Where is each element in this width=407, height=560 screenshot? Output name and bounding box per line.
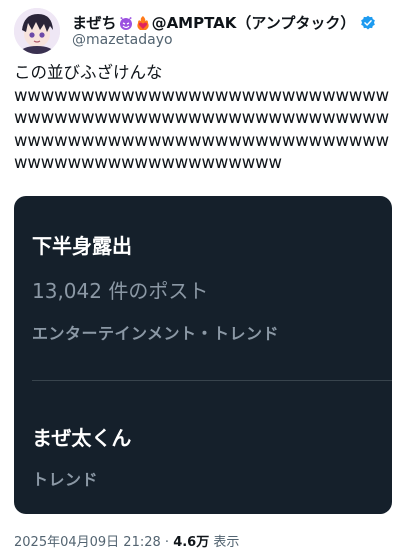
display-name[interactable]: まぜち @AMPTAK（アンプタック） [72, 12, 376, 33]
views-label: 表示 [213, 535, 240, 550]
trends-screenshot-card: 下半身露出 13,042 件のポスト エンターテインメント・トレンド まぜ太くん… [14, 196, 392, 514]
heart-on-fire-icon [136, 15, 149, 30]
trend-title: 下半身露出 [32, 234, 132, 258]
tweet-text: この並びふざけんな wwwwwwwwwwwwwwwwwwwwwwwwwwwwww… [14, 62, 394, 175]
display-name-text: まぜち [72, 14, 117, 32]
tweet-header: まぜち @AMPTAK（アンプタック） @mazetadayo [14, 8, 394, 54]
trend-title: まぜ太くん [32, 426, 132, 450]
meta-separator: · [164, 535, 170, 550]
tweet-text-line: この並びふざけんな [14, 63, 163, 82]
display-name-suffix: @AMPTAK（アンプタック） [151, 14, 356, 32]
smiling-imp-icon [119, 16, 132, 30]
avatar[interactable] [14, 8, 60, 54]
trend-category: エンターテインメント・トレンド [32, 324, 280, 343]
card-divider [32, 380, 392, 381]
views-count: 4.6万 [173, 535, 210, 550]
verified-badge-icon[interactable] [360, 15, 376, 31]
tweet-meta: 2025年04月09日 21:28 · 4.6万 表示 [14, 531, 239, 550]
user-handle[interactable]: @mazetadayo [72, 32, 173, 48]
trend-post-count: 13,042 件のポスト [32, 279, 209, 303]
trend-category: トレンド [32, 470, 99, 489]
timestamp[interactable]: 2025年04月09日 21:28 [14, 535, 161, 550]
tweet-text-laugh: wwwwwwwwwwwwwwwwwwwwwwwwwwwwwwwwwwwwwwww… [14, 85, 390, 173]
